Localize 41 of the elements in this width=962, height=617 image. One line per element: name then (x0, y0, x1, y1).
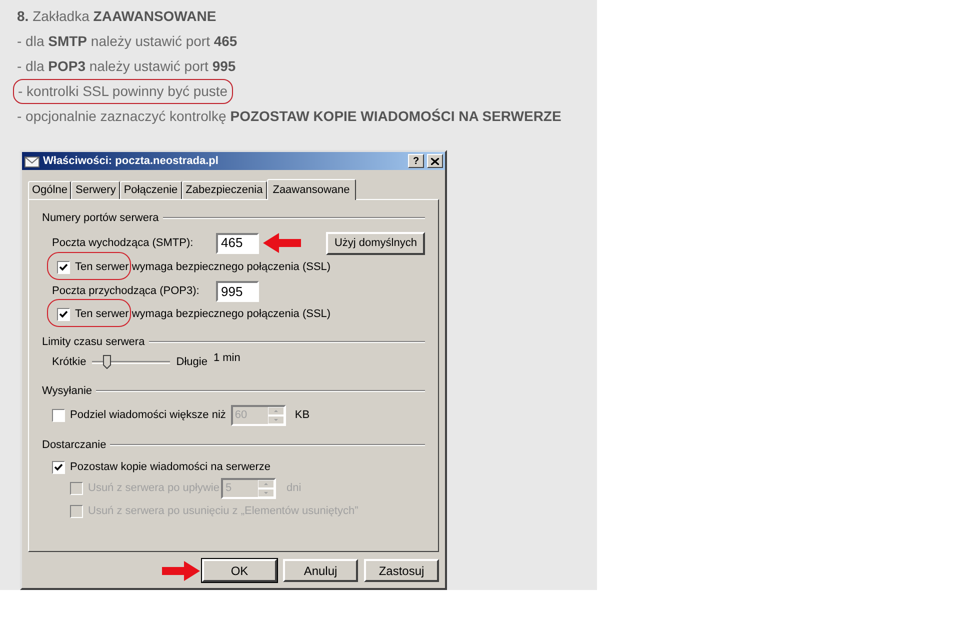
close-button[interactable] (427, 154, 443, 168)
field-label: Poczta przychodząca (POP3): (52, 284, 200, 300)
group-heading: Numery portów serwera (42, 211, 159, 226)
help-button[interactable]: ? (408, 154, 424, 168)
instruction-text: - kontrolki SSL powinny być puste (13, 79, 233, 104)
envelope-icon (24, 154, 40, 168)
checkbox-label: Ten serwer wymaga bezpiecznego połączenia (SSL) (75, 260, 331, 276)
window-title: Właściwości: poczta.neostrada.pl (43, 154, 220, 169)
checkbox[interactable] (57, 261, 70, 274)
instruction-text: - opcjonalnie zaznaczyć kontrolkę POZOSTAW KOPIE WIADOMOŚCI NA SERWERZE (17, 107, 562, 126)
close-icon (431, 158, 439, 164)
tab[interactable]: Serwery (71, 181, 120, 199)
slider-min-label: Krótkie (52, 354, 86, 370)
slider-thumb[interactable] (102, 355, 111, 369)
checkbox-label: Podziel wiadomości większe niż (70, 408, 226, 424)
tab[interactable]: Zaawansowane (266, 179, 356, 200)
group-heading: Limity czasu serwera (42, 334, 145, 350)
unit-label: KB (294, 408, 310, 424)
instruction-text: - dla POP3 należy ustawić port 995 (17, 57, 236, 76)
dialog-button[interactable]: OK (202, 559, 277, 582)
instruction-text: - dla SMTP należy ustawić port 465 (17, 32, 238, 51)
tab[interactable]: Połączenie (120, 181, 182, 199)
field-label: Poczta wychodząca (SMTP): (52, 236, 194, 251)
timeout-slider[interactable] (92, 355, 170, 369)
port-field[interactable]: 465 (216, 232, 259, 254)
dialog-button[interactable]: Anuluj (283, 559, 358, 582)
slider-reading: 1 min (213, 351, 240, 366)
defaults-button[interactable]: Użyj domyślnych (326, 232, 425, 254)
port-field[interactable]: 995 (216, 281, 259, 302)
checkbox[interactable] (52, 460, 65, 474)
dialog-button[interactable]: Zastosuj (364, 559, 439, 582)
tab[interactable]: Ogólne (28, 181, 72, 199)
checkbox[interactable] (52, 409, 65, 422)
instruction-text: 8. Zakładka ZAAWANSOWANE (17, 7, 216, 26)
checkbox-label: Ten serwer wymaga bezpiecznego połączenia (SSL) (75, 307, 331, 322)
group-heading: Wysyłanie (42, 384, 92, 399)
checkbox[interactable] (57, 308, 70, 321)
group-heading: Dostarczanie (42, 438, 106, 452)
slider-max-label: Długie (176, 354, 208, 370)
checkbox-label: Pozostaw kopie wiadomości na serwerze (70, 460, 271, 475)
tab[interactable]: Zabezpieczenia (182, 181, 267, 199)
